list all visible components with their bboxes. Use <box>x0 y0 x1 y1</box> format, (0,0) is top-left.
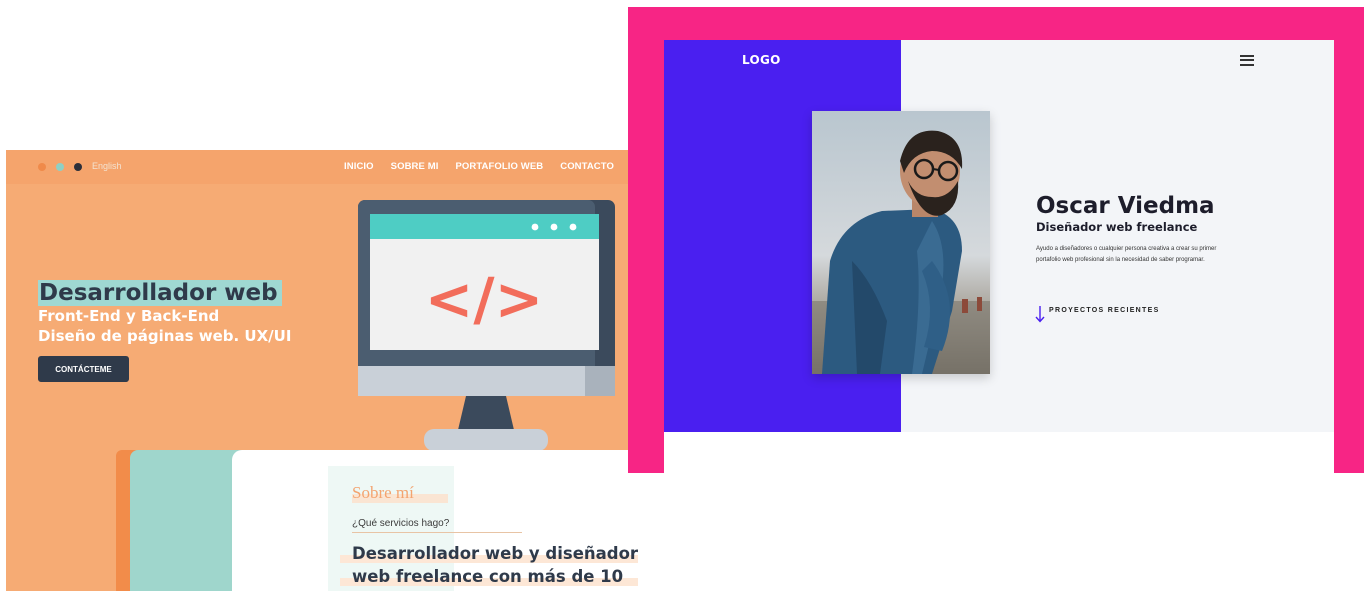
profile-name: Oscar Viedma <box>1036 193 1215 219</box>
theme-dot-orange[interactable] <box>38 163 46 171</box>
monitor-illustration: </> <box>358 200 615 451</box>
about-question: ¿Qué servicios hago? <box>352 518 450 529</box>
language-link[interactable]: English <box>92 161 122 171</box>
nav-item-sobre-mi[interactable]: SOBRE MI <box>391 161 439 172</box>
arrow-down-icon[interactable] <box>1034 304 1046 324</box>
question-divider <box>352 532 522 533</box>
nav-item-inicio[interactable]: INICIO <box>344 161 374 172</box>
profile-description: Ayudo a diseñadores o cualquier persona … <box>1036 246 1217 263</box>
site-logo[interactable]: LOGO <box>742 53 781 67</box>
profile-role: Diseñador web freelance <box>1036 220 1198 234</box>
about-title: Sobre mí <box>352 483 414 502</box>
orange-portfolio-screenshot: English INICIO SOBRE MI PORTAFOLIO WEB C… <box>6 150 638 591</box>
theme-dot-dark[interactable] <box>74 163 82 171</box>
recent-projects-link[interactable]: PROYECTOS RECIENTES <box>1049 307 1160 314</box>
nav-item-portafolio[interactable]: PORTAFOLIO WEB <box>455 161 543 172</box>
nav-item-contacto[interactable]: CONTACTO <box>560 161 614 172</box>
hero-subtitle-2: Diseño de páginas web. UX/UI <box>38 327 292 345</box>
page-below-hero <box>664 432 1334 473</box>
theme-dot-teal[interactable] <box>56 163 64 171</box>
hamburger-menu-icon[interactable] <box>1240 55 1254 66</box>
about-body: Desarrollador web y diseñador web freela… <box>352 544 638 586</box>
nav-menu: INICIO SOBRE MI PORTAFOLIO WEB CONTACTO <box>344 161 614 172</box>
profile-photo <box>812 111 990 374</box>
contact-button[interactable]: CONTÁCTEME <box>38 356 129 382</box>
code-symbol-icon: </> <box>425 265 543 333</box>
hero-subtitle-1: Front-End y Back-End <box>38 307 220 325</box>
hero-title: Desarrollador web <box>38 280 282 306</box>
top-navbar: English INICIO SOBRE MI PORTAFOLIO WEB C… <box>6 150 638 184</box>
